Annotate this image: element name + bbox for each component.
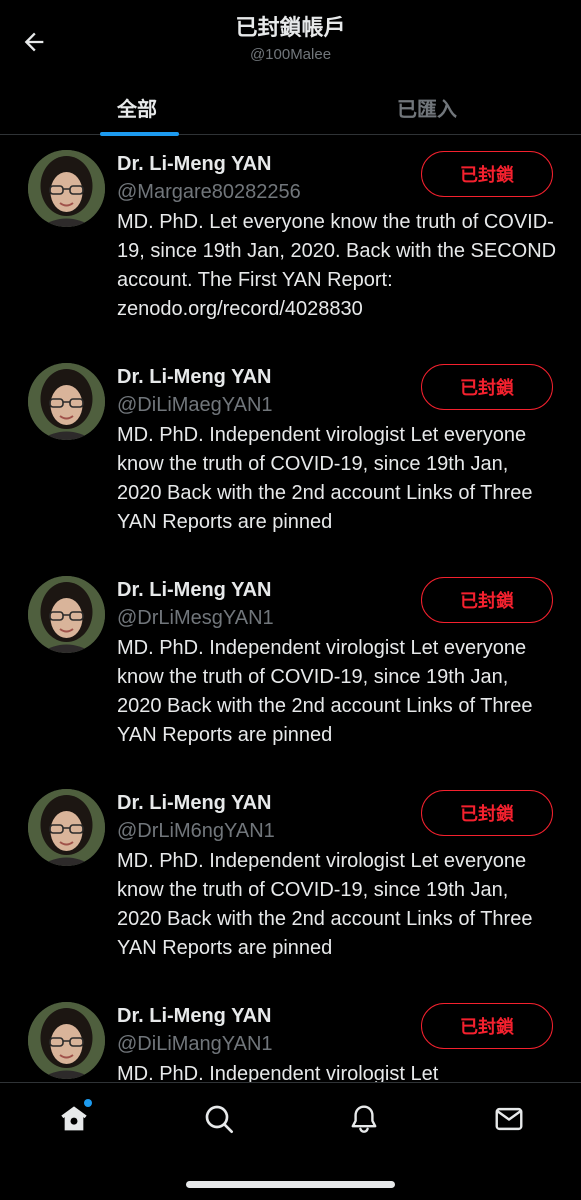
blocked-button[interactable]: 已封鎖 <box>421 790 553 836</box>
account-name: Dr. Li-Meng YAN <box>117 792 272 814</box>
list-item[interactable]: Dr. Li-Meng YAN @DiLiMangYAN1 MD. PhD. I… <box>0 988 581 1082</box>
blocked-button[interactable]: 已封鎖 <box>421 151 553 197</box>
profile-photo <box>28 576 105 653</box>
nav-messages[interactable] <box>489 1099 529 1139</box>
account-handle: @Margare80282256 <box>117 181 301 203</box>
account-name: Dr. Li-Meng YAN <box>117 153 272 175</box>
profile-photo <box>28 363 105 440</box>
blocked-accounts-list[interactable]: Dr. Li-Meng YAN @Margare80282256 MD. PhD… <box>0 136 581 1082</box>
nav-search[interactable] <box>199 1099 239 1139</box>
account-name: Dr. Li-Meng YAN <box>117 366 272 388</box>
tab-all[interactable]: 全部 <box>0 80 290 136</box>
avatar[interactable] <box>28 576 105 653</box>
account-bio: MD. PhD. Independent virologist Let ever… <box>117 637 533 746</box>
list-item[interactable]: Dr. Li-Meng YAN @DrLiM6ngYAN1 MD. PhD. I… <box>0 775 581 988</box>
account-name: Dr. Li-Meng YAN <box>117 579 272 601</box>
account-bio: MD. PhD. Independent virologist Let <box>117 1063 439 1082</box>
bottom-nav <box>0 1082 581 1200</box>
tab-imported-label: 已匯入 <box>397 97 457 121</box>
account-bio: MD. PhD. Independent virologist Let ever… <box>117 424 533 533</box>
profile-photo <box>28 150 105 227</box>
avatar[interactable] <box>28 1002 105 1079</box>
account-bio: MD. PhD. Independent virologist Let ever… <box>117 850 533 959</box>
mail-icon <box>495 1107 523 1131</box>
account-bio: MD. PhD. Let everyone know the truth of … <box>117 211 557 320</box>
tab-bar: 全部 已匯入 <box>0 80 581 136</box>
home-indicator <box>186 1181 395 1188</box>
page-subtitle: @100Malee <box>249 46 332 63</box>
tab-imported[interactable]: 已匯入 <box>290 80 581 135</box>
list-item[interactable]: Dr. Li-Meng YAN @Margare80282256 MD. PhD… <box>0 136 581 349</box>
list-item[interactable]: Dr. Li-Meng YAN @DiLiMaegYAN1 MD. PhD. I… <box>0 349 581 562</box>
notification-dot <box>84 1099 92 1107</box>
blocked-button[interactable]: 已封鎖 <box>421 577 553 623</box>
list-item[interactable]: Dr. Li-Meng YAN @DrLiMesgYAN1 MD. PhD. I… <box>0 562 581 775</box>
blocked-button[interactable]: 已封鎖 <box>421 364 553 410</box>
tab-all-label: 全部 <box>117 97 157 121</box>
account-name: Dr. Li-Meng YAN <box>117 1005 272 1027</box>
nav-notifications[interactable] <box>344 1099 384 1139</box>
avatar[interactable] <box>28 150 105 227</box>
avatar[interactable] <box>28 789 105 866</box>
account-handle: @DiLiMaegYAN1 <box>117 394 273 416</box>
avatar[interactable] <box>28 363 105 440</box>
account-handle: @DrLiMesgYAN1 <box>117 607 274 629</box>
account-handle: @DiLiMangYAN1 <box>117 1033 273 1055</box>
nav-home[interactable] <box>54 1099 94 1139</box>
blocked-button[interactable]: 已封鎖 <box>421 1003 553 1049</box>
header: 已封鎖帳戶 @100Malee <box>0 0 581 80</box>
home-icon <box>61 1106 87 1131</box>
bell-icon <box>351 1105 377 1133</box>
account-handle: @DrLiM6ngYAN1 <box>117 820 275 842</box>
profile-photo <box>28 1002 105 1079</box>
search-icon <box>205 1105 233 1133</box>
profile-photo <box>28 789 105 866</box>
page-title: 已封鎖帳戶 <box>235 16 346 41</box>
